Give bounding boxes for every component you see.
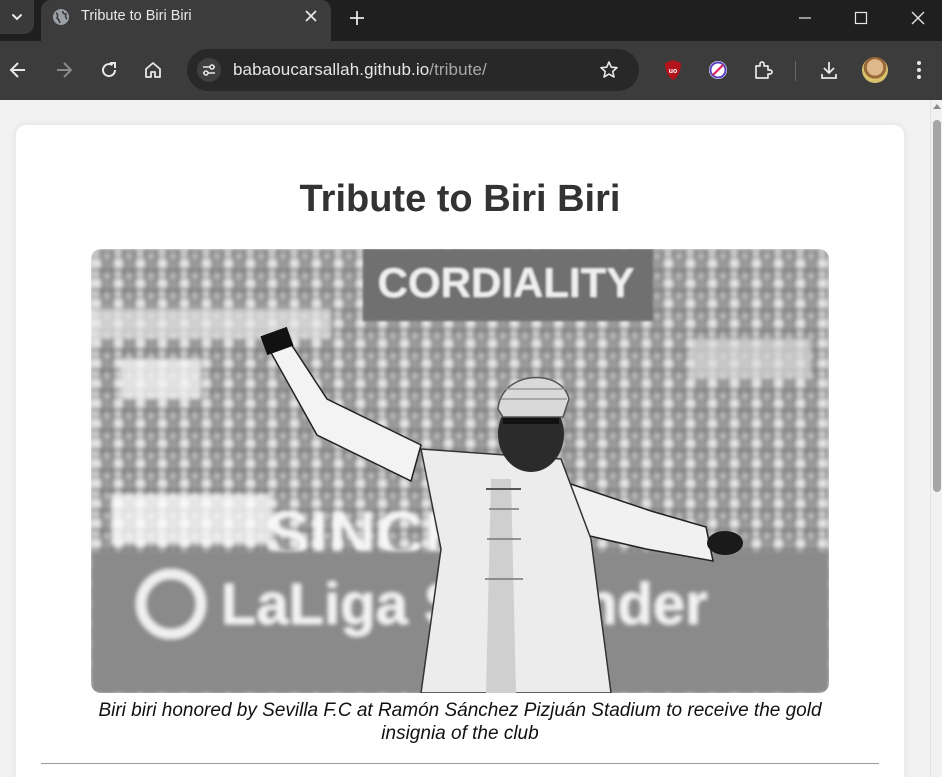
menu-button[interactable] <box>907 58 931 82</box>
bookmark-button[interactable] <box>597 58 621 82</box>
home-button[interactable] <box>141 58 165 82</box>
arrow-right-icon <box>57 62 73 78</box>
window-close-button[interactable] <box>906 6 930 30</box>
section-divider <box>41 763 879 764</box>
biri-biri-photo-graphic: CORDIALITY SINCE LaLiga Santander <box>91 249 829 693</box>
ublock-extension-button[interactable]: uo <box>661 58 685 82</box>
plus-icon <box>350 11 364 25</box>
chevron-down-icon <box>12 14 22 21</box>
arrow-left-icon <box>9 62 25 78</box>
reload-button[interactable] <box>97 58 121 82</box>
tab-search-button[interactable] <box>0 0 34 34</box>
svg-text:uo: uo <box>669 68 678 75</box>
page-viewport: Tribute to Biri Biri CORDIALITY SINCE La… <box>0 100 930 777</box>
address-bar[interactable]: babaoucarsallah.github.io/tribute/ <box>187 49 639 91</box>
download-icon <box>821 62 837 79</box>
toolbar-separator <box>795 61 796 81</box>
new-tab-button[interactable] <box>345 6 369 30</box>
tab-active[interactable]: Tribute to Biri Biri <box>41 0 331 41</box>
downloads-button[interactable] <box>817 58 841 82</box>
extensions-button[interactable] <box>751 58 775 82</box>
tab-strip: Tribute to Biri Biri <box>0 0 942 41</box>
close-icon <box>911 11 925 25</box>
maximize-button[interactable] <box>849 6 873 30</box>
tribute-card: Tribute to Biri Biri CORDIALITY SINCE La… <box>16 125 904 777</box>
home-icon <box>145 62 161 78</box>
blocker-extension-button[interactable] <box>706 58 730 82</box>
maximize-icon <box>854 11 868 25</box>
minimize-icon <box>799 17 811 19</box>
star-icon <box>600 61 618 78</box>
no-entry-icon <box>709 61 727 79</box>
minimize-button[interactable] <box>793 6 817 30</box>
scrollbar-thumb[interactable] <box>933 120 941 492</box>
url-path: /tribute/ <box>429 60 487 79</box>
photo-caption: Biri biri honored by Sevilla F.C at Ramó… <box>98 700 822 744</box>
url-host: babaoucarsallah.github.io <box>233 60 430 79</box>
ublock-shield-icon: uo <box>665 60 681 80</box>
tribute-photo: CORDIALITY SINCE LaLiga Santander <box>91 249 829 693</box>
tab-title: Tribute to Biri Biri <box>81 8 192 24</box>
tune-icon <box>203 64 215 76</box>
scroll-up-arrow-icon[interactable] <box>933 104 941 109</box>
page-title: Tribute to Biri Biri <box>299 178 621 220</box>
profile-avatar[interactable] <box>862 57 888 83</box>
browser-toolbar: babaoucarsallah.github.io/tribute/ uo <box>0 41 942 100</box>
url-text: babaoucarsallah.github.io/tribute/ <box>233 60 487 80</box>
site-info-button[interactable] <box>197 58 221 82</box>
page-scrollbar[interactable] <box>930 100 942 777</box>
banner-text: CORDIALITY <box>378 259 635 306</box>
close-icon[interactable] <box>303 8 319 24</box>
reload-icon <box>102 62 117 78</box>
three-dots-icon <box>917 61 921 79</box>
globe-icon <box>53 9 69 25</box>
puzzle-icon <box>755 61 773 79</box>
back-button[interactable] <box>6 58 30 82</box>
forward-button[interactable] <box>52 58 76 82</box>
